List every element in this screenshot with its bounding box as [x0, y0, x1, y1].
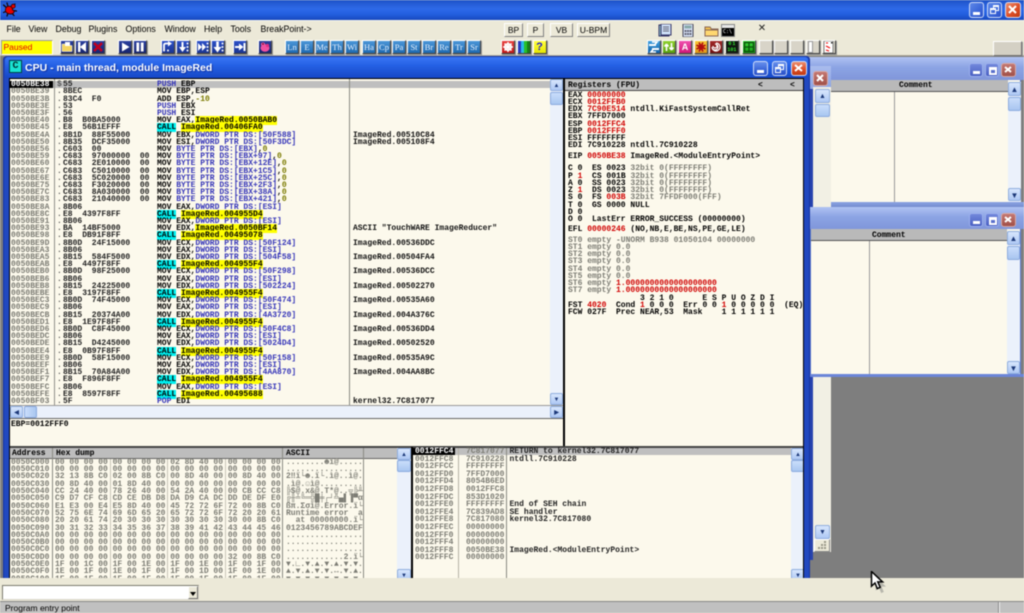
svg-text:C:\: C:\	[723, 29, 732, 35]
